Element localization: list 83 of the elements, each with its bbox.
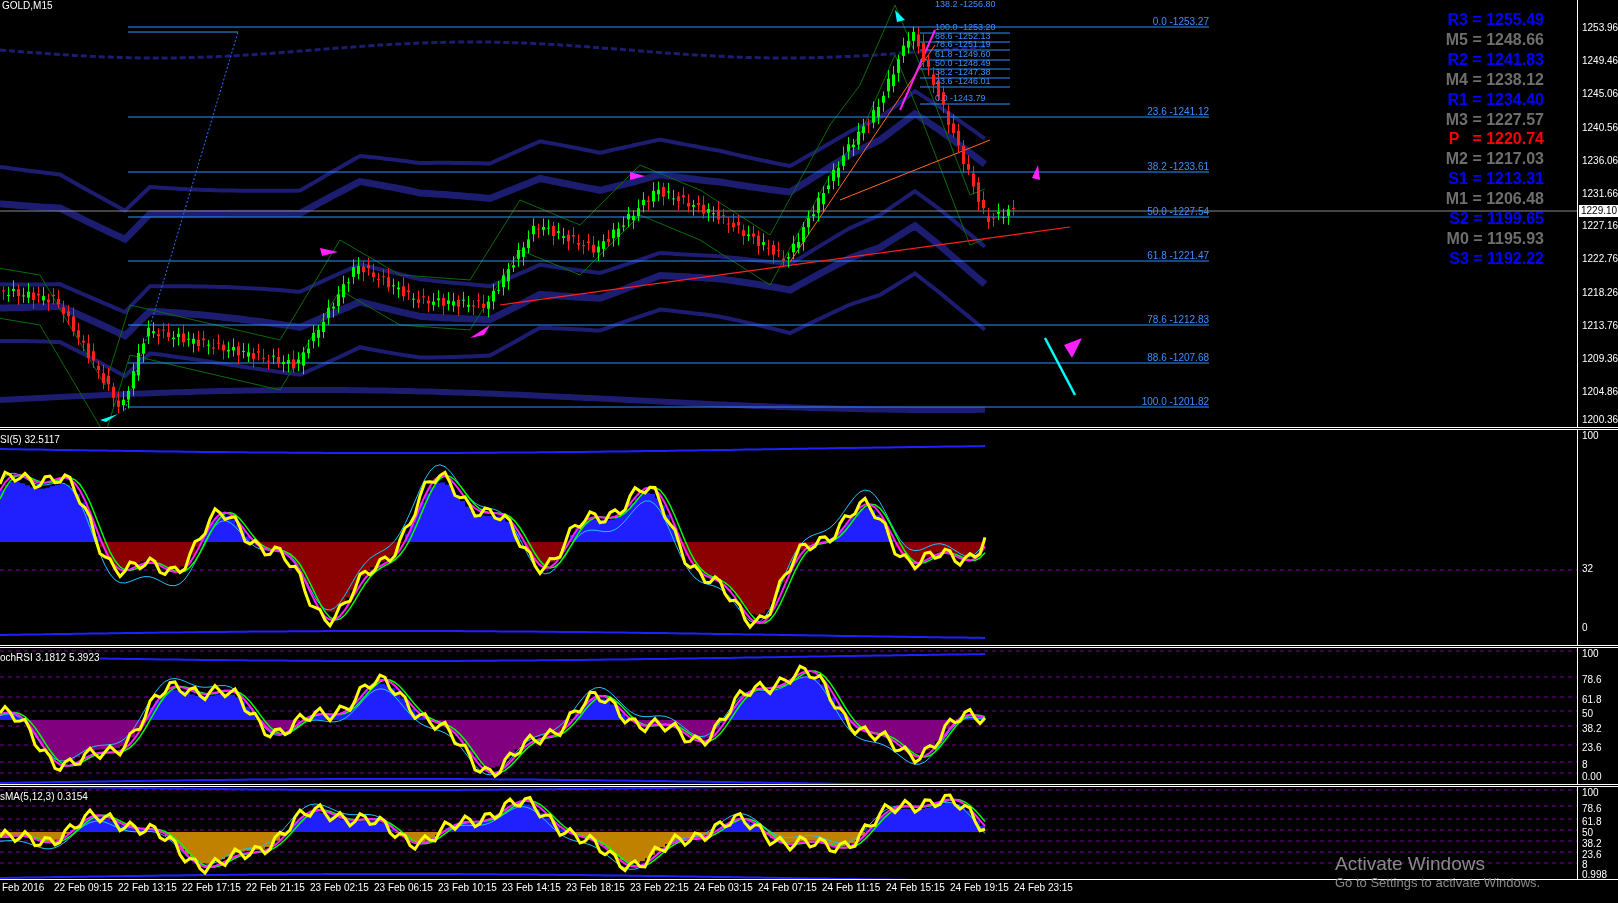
pivot-level-label: M2 = 1217.03 (1445, 149, 1544, 170)
fibonacci-level-label: 61.8 -1221.47 (1147, 250, 1209, 261)
axis-label: 100 (1582, 430, 1599, 441)
fibonacci-level-label: 100.0 -1201.82 (1141, 396, 1209, 407)
axis-label: 100 (1582, 648, 1599, 659)
axis-label: 1209.36 (1582, 353, 1618, 364)
fibonacci-level-label: 138.2 -1256.80 (935, 0, 996, 9)
axis-label: 1218.26 (1582, 287, 1618, 298)
chart-title: GOLD,M15 (2, 0, 53, 11)
axis-label: 1222.76 (1582, 253, 1618, 264)
time-axis-label: 23 Feb 18:15 (565, 881, 626, 893)
axis-label: 1213.76 (1582, 320, 1618, 331)
axis-label: 1227.16 (1582, 220, 1618, 231)
time-axis-label: 24 Feb 03:15 (693, 881, 754, 893)
axis-label: 38.2 (1582, 723, 1602, 734)
axis-label: 61.8 (1582, 816, 1602, 827)
axis-label: 1253.96 (1582, 22, 1618, 33)
time-axis-label: 23 Feb 14:15 (501, 881, 562, 893)
fibonacci-level-label: 88.6 -1252.13 (935, 32, 991, 41)
os-notice-title: Activate Windows (1335, 853, 1486, 875)
axis-label: 38.2 (1582, 838, 1602, 849)
pivot-level-label: P = 1220.74 (1448, 129, 1544, 150)
axis-label: 1204.86 (1582, 386, 1618, 397)
pivot-level-label: M4 = 1238.12 (1445, 69, 1544, 90)
pivot-level-label: R1 = 1234.40 (1447, 89, 1544, 110)
fibonacci-level-label: 50.0 -1227.54 (1147, 206, 1209, 217)
fibonacci-level-label: 38.2 -1233.61 (1147, 161, 1209, 172)
pivot-level-label: S1 = 1213.31 (1448, 169, 1544, 190)
axis-label: 0 (1582, 622, 1588, 633)
axis-label: 0.00 (1582, 771, 1602, 782)
axis-label: 1236.06 (1582, 155, 1618, 166)
axis-label: 23.6 (1582, 742, 1602, 753)
axis-label: 1231.66 (1582, 188, 1618, 199)
axis-label: 1249.46 (1582, 55, 1618, 66)
fibonacci-level-label: 78.6 -1212.83 (1147, 314, 1209, 325)
pivot-level-label: M1 = 1206.48 (1445, 189, 1544, 210)
time-axis-label: 24 Feb 11:15 (821, 881, 882, 893)
fibonacci-level-label: 100.0 -1253.20 (935, 23, 996, 32)
axis-label: 50 (1582, 708, 1594, 719)
axis-label: 78.6 (1582, 674, 1602, 685)
pivot-level-label: S3 = 1192.22 (1449, 248, 1544, 269)
indicator-title: sMA(5,12,3) 0.3154 (0, 791, 88, 802)
pivot-level-label: S2 = 1199.65 (1449, 209, 1544, 229)
axis-label: 23.6 (1582, 849, 1602, 860)
indicator-title: ochRSI 3.1812 5.3923 (0, 652, 100, 663)
pivot-level-label: M5 = 1248.66 (1445, 29, 1544, 50)
time-axis-label: 24 Feb 15:15 (885, 881, 946, 893)
axis-label: 100 (1582, 787, 1599, 798)
pivot-level-label: M0 = 1195.93 (1446, 228, 1544, 249)
axis-label: 1200.36 (1582, 414, 1618, 425)
time-axis-label: 23 Feb 06:15 (373, 881, 434, 893)
axis-label: 1240.56 (1582, 122, 1618, 133)
fibonacci-level-label: 23.6 -1241.12 (1147, 106, 1209, 117)
fibonacci-level-label: 50.0 -1248.49 (935, 59, 991, 68)
pivot-level-label: R3 = 1255.49 (1447, 10, 1544, 30)
time-axis-label: 24 Feb 07:15 (757, 881, 818, 893)
pivot-level-label: R2 = 1241.83 (1447, 49, 1544, 70)
fibonacci-level-label: 78.6 -1251.19 (935, 40, 991, 49)
time-axis-label: Feb 2016 (1, 881, 46, 893)
time-axis-label: 22 Feb 17:15 (181, 881, 242, 893)
indicator-title: SI(5) 32.5117 (0, 434, 60, 445)
pivot-level-label: M3 = 1227.57 (1445, 109, 1544, 130)
axis-label: 32 (1582, 563, 1594, 574)
axis-label: 0.998 (1582, 869, 1608, 880)
axis-label: 61.8 (1582, 694, 1602, 705)
axis-label: 8 (1582, 759, 1588, 770)
axis-label: 50 (1582, 827, 1594, 838)
axis-label: 1245.06 (1582, 88, 1618, 99)
fibonacci-level-label: 88.6 -1207.68 (1147, 352, 1209, 363)
time-axis-label: 22 Feb 13:15 (117, 881, 178, 893)
time-axis-label: 23 Feb 22:15 (629, 881, 690, 893)
time-axis-label: 22 Feb 21:15 (245, 881, 306, 893)
axis-label: 78.6 (1582, 803, 1602, 814)
fibonacci-level-label: 38.2 -1247.38 (935, 68, 991, 77)
time-axis-label: 23 Feb 02:15 (309, 881, 370, 893)
time-axis-label: 24 Feb 19:15 (949, 881, 1010, 893)
fibonacci-level-label: 61.8 -1249.60 (935, 50, 991, 59)
axis-label: 8 (1582, 859, 1588, 870)
time-axis-label: 24 Feb 23:15 (1013, 881, 1074, 893)
fibonacci-level-label: 0.0 -1253.27 (1152, 16, 1209, 27)
time-axis-label: 22 Feb 09:15 (53, 881, 114, 893)
time-axis-label: 23 Feb 10:15 (437, 881, 498, 893)
current-price-label: 1229.10 (1579, 205, 1618, 217)
